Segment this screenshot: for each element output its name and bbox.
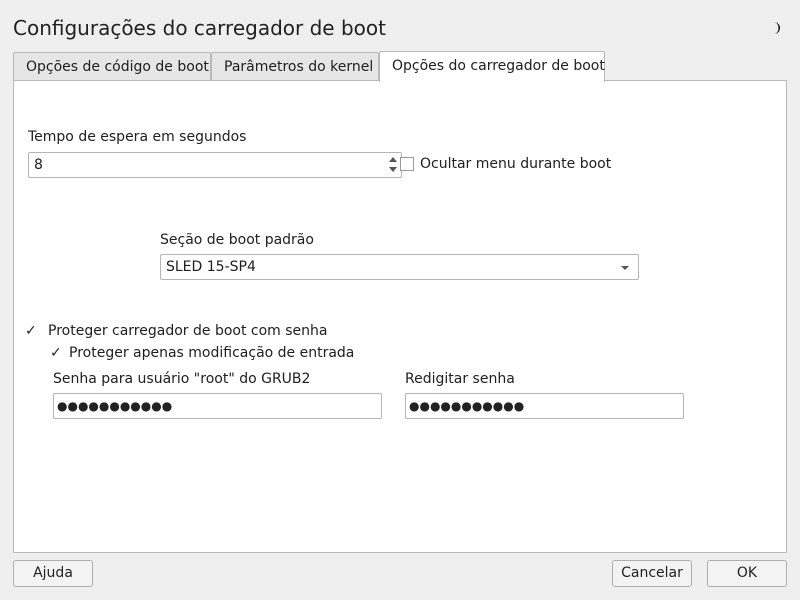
help-button-label: Ajuda [33, 565, 73, 581]
default-section-label: Seção de boot padrão [160, 232, 314, 248]
help-button[interactable]: Ajuda [13, 560, 93, 587]
protect-entry-only-checkbox[interactable]: ✓ [49, 345, 63, 361]
tab-kernel-parameters[interactable]: Parâmetros do kernel [211, 52, 379, 81]
tab-label: Opções de código de boot [26, 59, 209, 75]
increment-arrow-icon[interactable] [389, 157, 397, 162]
window-title: Configurações do carregador de boot [13, 16, 386, 40]
ok-button[interactable]: OK [707, 560, 787, 587]
check-mark-icon: ✓ [25, 323, 37, 339]
timeout-spinbox[interactable]: 8 [28, 152, 402, 178]
dropdown-arrow-icon [621, 266, 629, 270]
decrement-arrow-icon[interactable] [389, 167, 397, 172]
spinbox-buttons [385, 153, 401, 177]
tab-boot-code-options[interactable]: Opções de código de boot [13, 52, 211, 81]
tab-bootloader-options[interactable]: Opções do carregador de boot [379, 51, 605, 82]
timeout-value: 8 [34, 157, 43, 173]
default-section-value: SLED 15-SP4 [166, 259, 256, 275]
cancel-button[interactable]: Cancelar [612, 560, 692, 587]
protect-password-label[interactable]: Proteger carregador de boot com senha [48, 323, 327, 339]
cancel-button-label: Cancelar [621, 565, 683, 581]
hide-menu-checkbox[interactable] [400, 157, 414, 171]
password-field[interactable]: ●●●●●●●●●●● [53, 393, 382, 419]
protect-entry-only-label[interactable]: Proteger apenas modificação de entrada [69, 345, 354, 361]
check-mark-icon: ✓ [50, 345, 62, 361]
timeout-label: Tempo de espera em segundos [28, 129, 247, 145]
moon-icon[interactable] [768, 20, 784, 36]
hide-menu-label[interactable]: Ocultar menu durante boot [420, 156, 611, 172]
retype-password-label: Redigitar senha [405, 371, 515, 387]
password-label: Senha para usuário "root" do GRUB2 [53, 371, 311, 387]
protect-password-checkbox[interactable]: ✓ [24, 323, 38, 339]
bootloader-options-panel: Tempo de espera em segundos 8 Ocultar me… [13, 80, 787, 553]
ok-button-label: OK [736, 565, 758, 581]
tab-label: Opções do carregador de boot [392, 58, 605, 74]
tab-label: Parâmetros do kernel [224, 59, 374, 75]
default-section-select[interactable]: SLED 15-SP4 [160, 254, 639, 280]
retype-password-field[interactable]: ●●●●●●●●●●● [405, 393, 684, 419]
